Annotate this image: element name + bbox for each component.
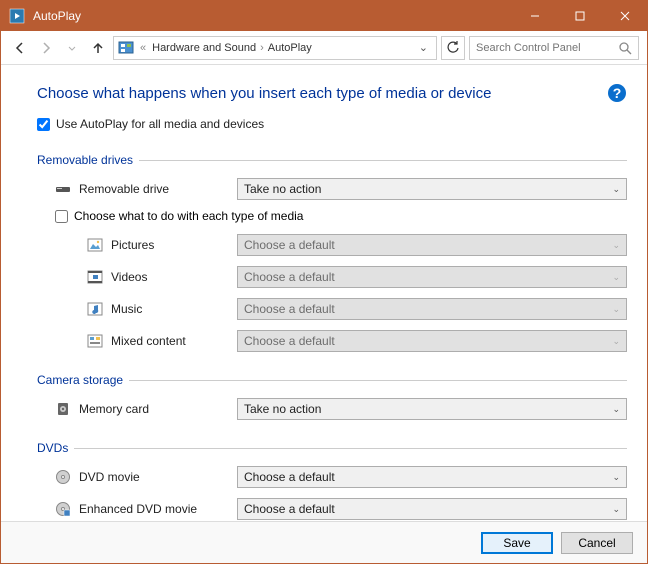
help-icon[interactable]: ? [607,83,627,103]
removable-drive-label: Removable drive [79,182,169,196]
content-area: Choose what happens when you insert each… [1,65,647,521]
path-overflow-icon: « [138,42,148,54]
chevron-down-icon: ⌄ [612,336,620,347]
each-type-label: Choose what to do with each type of medi… [74,209,303,223]
dvd-movie-icon [55,469,71,485]
forward-button[interactable] [35,37,57,59]
group-camera-label: Camera storage [37,373,123,387]
music-select: Choose a default ⌄ [237,298,627,320]
memory-card-select[interactable]: Take no action ⌄ [237,398,627,420]
chevron-down-icon: ⌄ [612,240,620,251]
minimize-button[interactable] [512,1,557,31]
music-label: Music [111,302,142,316]
navbar: « Hardware and Sound › AutoPlay ⌄ [1,31,647,65]
back-button[interactable] [9,37,31,59]
chevron-down-icon: ⌄ [612,472,620,483]
address-dropdown-icon[interactable]: ⌄ [415,41,432,54]
page-title: Choose what happens when you insert each… [37,85,607,102]
enhanced-dvd-select[interactable]: Choose a default ⌄ [237,498,627,520]
chevron-right-icon: › [260,42,264,54]
svg-text:?: ? [613,85,622,101]
enhanced-dvd-label: Enhanced DVD movie [79,502,197,516]
group-dvds-label: DVDs [37,441,68,455]
dvd-movie-select[interactable]: Choose a default ⌄ [237,466,627,488]
chevron-down-icon: ⌄ [612,404,620,415]
memory-card-icon [55,401,71,417]
address-bar[interactable]: « Hardware and Sound › AutoPlay ⌄ [113,36,437,60]
breadcrumb-autoplay[interactable]: AutoPlay [268,42,312,54]
removable-drive-icon [55,181,71,197]
pictures-select: Choose a default ⌄ [237,234,627,256]
dvd-movie-label: DVD movie [79,470,140,484]
videos-label: Videos [111,270,147,284]
chevron-down-icon: ⌄ [612,184,620,195]
pictures-label: Pictures [111,238,154,252]
mixed-content-icon [87,333,103,349]
footer: Save Cancel [1,521,647,563]
use-autoplay-checkbox[interactable]: Use AutoPlay for all media and devices [37,117,627,131]
use-autoplay-label: Use AutoPlay for all media and devices [56,117,264,131]
mixed-label: Mixed content [111,334,186,348]
each-type-input[interactable] [55,210,68,223]
titlebar: AutoPlay [1,1,647,31]
autoplay-app-icon [9,8,25,24]
use-autoplay-input[interactable] [37,118,50,131]
group-dvds: DVDs [37,441,627,455]
control-panel-icon [118,40,134,56]
save-button[interactable]: Save [481,532,553,554]
removable-drive-select[interactable]: Take no action ⌄ [237,178,627,200]
videos-select: Choose a default ⌄ [237,266,627,288]
videos-icon [87,269,103,285]
memory-card-label: Memory card [79,402,149,416]
search-input[interactable] [476,42,618,54]
maximize-button[interactable] [557,1,602,31]
refresh-button[interactable] [441,36,465,60]
each-type-checkbox[interactable]: Choose what to do with each type of medi… [37,209,627,223]
close-button[interactable] [602,1,647,31]
chevron-down-icon: ⌄ [612,272,620,283]
breadcrumb-hardware[interactable]: Hardware and Sound [152,42,256,54]
mixed-select: Choose a default ⌄ [237,330,627,352]
up-button[interactable] [87,37,109,59]
enhanced-dvd-icon [55,501,71,517]
pictures-icon [87,237,103,253]
search-box[interactable] [469,36,639,60]
recent-dropdown[interactable] [61,37,83,59]
chevron-down-icon: ⌄ [612,304,620,315]
window-title: AutoPlay [33,9,512,23]
group-removable-drives: Removable drives [37,153,627,167]
chevron-down-icon: ⌄ [612,504,620,515]
search-icon [618,41,632,55]
group-camera-storage: Camera storage [37,373,627,387]
group-removable-label: Removable drives [37,153,133,167]
window: AutoPlay « Hardware and Sound › AutoPlay… [0,0,648,564]
music-icon [87,301,103,317]
cancel-button[interactable]: Cancel [561,532,633,554]
